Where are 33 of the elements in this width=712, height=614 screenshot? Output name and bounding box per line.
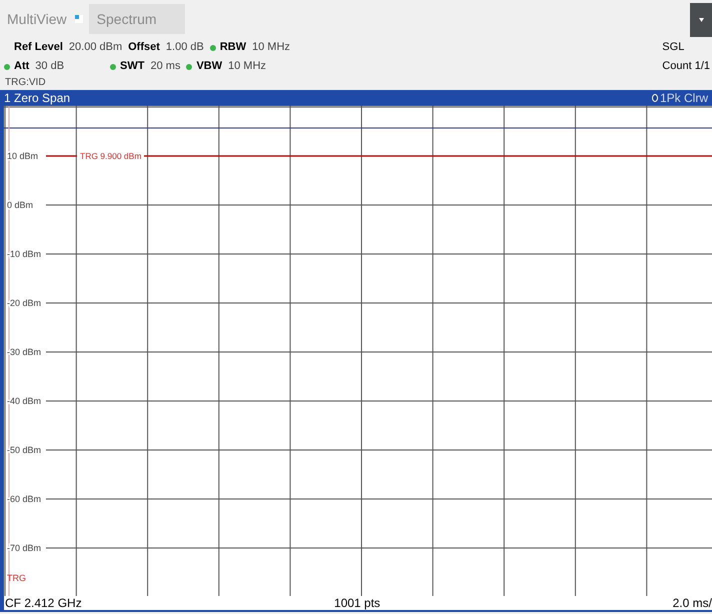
window-title: 1 Zero Span xyxy=(4,90,70,107)
setting-value: 10 MHz xyxy=(252,40,290,56)
setting-value: 30 dB xyxy=(35,59,64,74)
y-axis-label: -10 dBm xyxy=(7,249,42,259)
sweep-points: 1001 pts xyxy=(334,595,380,612)
trigger-marker: TRG xyxy=(7,573,26,583)
setting-value: 20 ms xyxy=(150,59,180,74)
setting-label: Ref Level xyxy=(14,40,63,56)
y-axis-label: -60 dBm xyxy=(7,494,42,504)
y-axis-label: 0 dBm xyxy=(7,200,34,210)
y-axis-label: -70 dBm xyxy=(7,543,42,553)
setting-label: RBW xyxy=(220,40,246,56)
time-scale: 2.0 ms/ xyxy=(672,595,712,612)
center-frequency: CF 2.412 GHz xyxy=(5,595,82,612)
setting-value: 20.00 dBm xyxy=(68,40,122,56)
trigger-info: TRG:VID xyxy=(4,76,46,90)
y-axis-label: -50 dBm xyxy=(7,445,42,455)
setting-label: SWT xyxy=(120,59,144,74)
app-title: MultiView xyxy=(7,10,67,28)
trace-label: 1Pk Clrw xyxy=(660,90,708,107)
setting-label: VBW xyxy=(196,59,222,74)
y-axis-label: -30 dBm xyxy=(7,347,42,357)
trigger-level-label: TRG 9.900 dBm xyxy=(80,151,142,161)
setting-value: 10 MHz xyxy=(228,59,266,74)
y-axis-label: -40 dBm xyxy=(7,396,42,406)
y-axis-label: 10 dBm xyxy=(7,151,38,161)
setting-label: Offset xyxy=(128,40,160,56)
sweep-count: Count 1/1 xyxy=(662,59,710,74)
setting-value: 1.00 dB xyxy=(166,40,204,56)
tab[interactable]: Spectrum xyxy=(88,4,185,34)
y-axis-label: -20 dBm xyxy=(7,298,42,308)
sweep-mode: SGL xyxy=(662,40,686,55)
setting-label: Att xyxy=(14,59,30,74)
